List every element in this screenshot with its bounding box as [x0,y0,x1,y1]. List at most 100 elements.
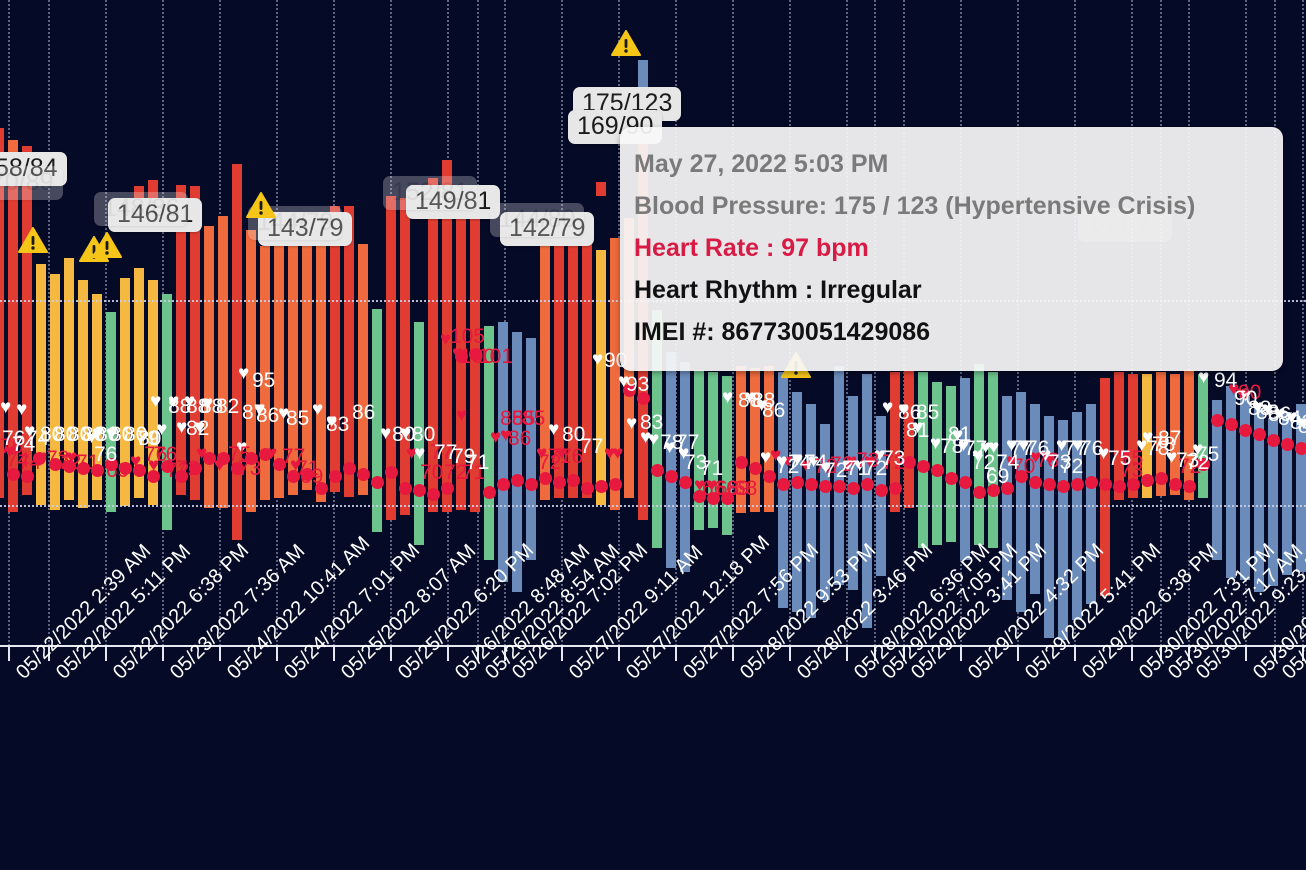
bp-value-callout[interactable]: 152/81 [383,176,478,210]
heart-rate-heart-icon: ♥ [238,363,250,384]
heart-rate-value-label: 83 [640,411,664,434]
pulse-dot-marker [651,464,664,477]
heart-rate-heart-icon: ♥ [882,397,894,418]
bp-range-bar[interactable] [50,274,60,510]
x-axis-tick [675,647,677,661]
pulse-dot-marker [1253,428,1266,441]
reading-tooltip: May 27, 2022 5:03 PM Blood Pressure: 175… [620,127,1283,371]
pulse-dot-marker [805,478,818,491]
tooltip-heart-rate: Heart Rate : 97 bpm [634,234,869,262]
pulse-dot-marker [889,482,902,495]
tooltip-date: May 27, 2022 5:03 PM [634,150,889,178]
bp-range-bar[interactable] [106,312,116,512]
x-axis-tick [105,647,107,661]
heart-rate-heart-icon: ♥ [760,447,772,468]
heart-rate-value-label: 86 [256,404,280,427]
bp-range-bar[interactable] [1226,386,1236,578]
heart-rate-value-label: 71 [466,451,490,474]
pulse-dot-marker [679,476,692,489]
heart-rate-value-label: 93 [626,373,650,396]
pulse-dot-marker [553,476,566,489]
pulse-dot-marker [343,462,356,475]
bp-range-bar[interactable] [358,244,368,495]
heart-rate-heart-icon: ♥ [722,387,734,408]
x-axis-tick [732,647,734,661]
pulse-dot-marker [357,468,370,481]
pulse-dot-marker [1057,480,1070,493]
x-axis-tick [846,647,848,661]
bp-range-bar[interactable] [344,206,354,497]
heart-rate-value-label: 76 [1026,437,1050,460]
heart-rate-value-label: 82 [1298,415,1306,438]
pulse-dot-marker [931,464,944,477]
pulse-dot-marker [917,460,930,473]
heart-rate-heart-icon: ♥ [626,413,638,434]
bp-range-bar[interactable] [946,386,956,542]
pulse-value-label: 72 [176,457,200,480]
heart-rate-value-label: 76 [94,443,118,466]
x-axis-tick [618,647,620,661]
bp-value-callout[interactable]: 70/89 [0,166,63,200]
tooltip-blood-pressure: Blood Pressure: 175 / 123 (Hypertensive … [634,192,1196,220]
bp-range-bar[interactable] [596,250,606,505]
heart-rate-value-label: 95 [252,369,276,392]
pulse-dot-marker [1225,418,1238,431]
pulse-heart-icon: ♥ [130,451,142,472]
heart-rate-heart-icon: ♥ [150,391,162,412]
bp-bar-cap [442,160,452,172]
x-axis-tick [789,647,791,661]
pulse-dot-marker [483,486,496,499]
heart-rate-heart-icon: ♥ [548,419,560,440]
bp-range-bar[interactable] [960,378,970,560]
heart-rate-value-label: 86 [762,399,786,422]
heart-rate-value-label: 79 [136,427,160,450]
pulse-value-label: 72 [538,451,562,474]
bp-bar-cap [596,182,606,196]
pulse-dot-marker [1099,478,1112,491]
pulse-dot-marker [1295,442,1306,455]
heart-rate-value-label: 75 [1196,443,1220,466]
bp-range-bar[interactable] [764,366,774,512]
pulse-dot-marker [371,476,384,489]
heart-rate-value-label: 71 [700,457,724,480]
pulse-dot-marker [399,482,412,495]
heart-rate-heart-icon: ♥ [380,423,392,444]
heart-rate-value-label: 81 [906,419,930,442]
pulse-dot-marker [581,482,594,495]
bp-range-bar[interactable] [204,226,214,508]
bp-range-bar[interactable] [400,198,410,515]
bp-range-bar[interactable] [806,404,816,618]
pulse-dot-marker [1267,434,1280,447]
heart-rate-value-label: 75 [1108,447,1132,470]
pulse-dot-marker [1043,478,1056,491]
bp-value-callout[interactable]: 148/86 [94,192,189,226]
pulse-value-label: 69 [300,465,324,488]
heart-rate-value-label: 83 [326,413,350,436]
bp-range-bar[interactable] [232,164,242,540]
pulse-dot-marker [1085,476,1098,489]
pulse-value-label: 86 [508,427,532,450]
pulse-value-label: 105 [450,325,486,348]
pulse-heart-icon: ♥ [266,443,278,464]
pulse-dot-marker [777,478,790,491]
pulse-dot-marker [1071,478,1084,491]
bp-value-callout[interactable]: 144/80 [490,203,585,237]
pulse-heart-icon: ♥ [612,443,624,464]
pulse-heart-icon: ♥ [456,405,468,426]
pulse-value-label: 68 [734,477,758,500]
heart-rate-value-label: 77 [676,431,700,454]
bp-range-bar[interactable] [666,352,676,568]
pulse-dot-marker [1169,478,1182,491]
blood-pressure-chart: ♥ ♥ ♥ ♥ ♥ ♥ ♥ ♥ ♥ ♥ ♥ ♥ ♥ ♥ ♥ ♥ ♥ ♥ ♥ ♥ ♥ ♥ ♥ ♥ ♥ ♥ ♥ ♥ ♥ ♥ ♥ ♥ ♥ ♥ ♥ ♥ ♥ ♥ ♥ ♥… [0,0,1306,870]
heart-rate-value-label: 73 [882,447,906,470]
pulse-value-label: 70 [420,461,444,484]
tooltip-imei: IMEI #: 867730051429086 [634,318,931,346]
bp-range-bar[interactable] [330,206,340,492]
heart-rate-value-label: 80 [412,423,436,446]
heart-rate-heart-icon: ♥ [16,399,28,420]
x-axis-tick [162,647,164,661]
heart-rate-value-label: 77 [580,435,604,458]
bp-range-bar[interactable] [1198,374,1208,498]
pulse-dot-marker [385,466,398,479]
pulse-dot-marker [959,476,972,489]
